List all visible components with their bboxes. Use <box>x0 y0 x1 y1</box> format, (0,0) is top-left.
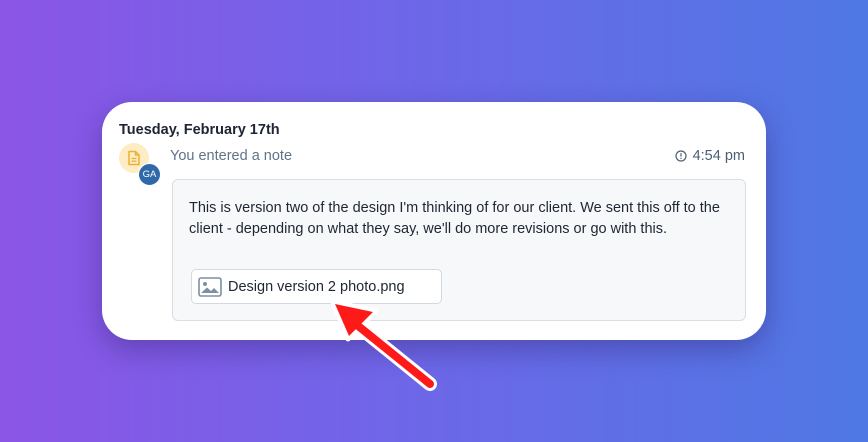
activity-date: Tuesday, February 17th <box>119 122 280 138</box>
image-icon <box>192 276 228 297</box>
note-body: This is version two of the design I'm th… <box>189 200 720 237</box>
activity-timestamp: 4:54 pm <box>674 148 745 164</box>
clock-icon <box>674 150 687 162</box>
annotation-arrow <box>325 292 445 402</box>
avatar[interactable]: GA <box>138 163 161 186</box>
activity-description: You entered a note <box>170 148 293 164</box>
time-label: 4:54 pm <box>692 148 745 164</box>
note-content-box: This is version two of the design I'm th… <box>172 179 746 321</box>
